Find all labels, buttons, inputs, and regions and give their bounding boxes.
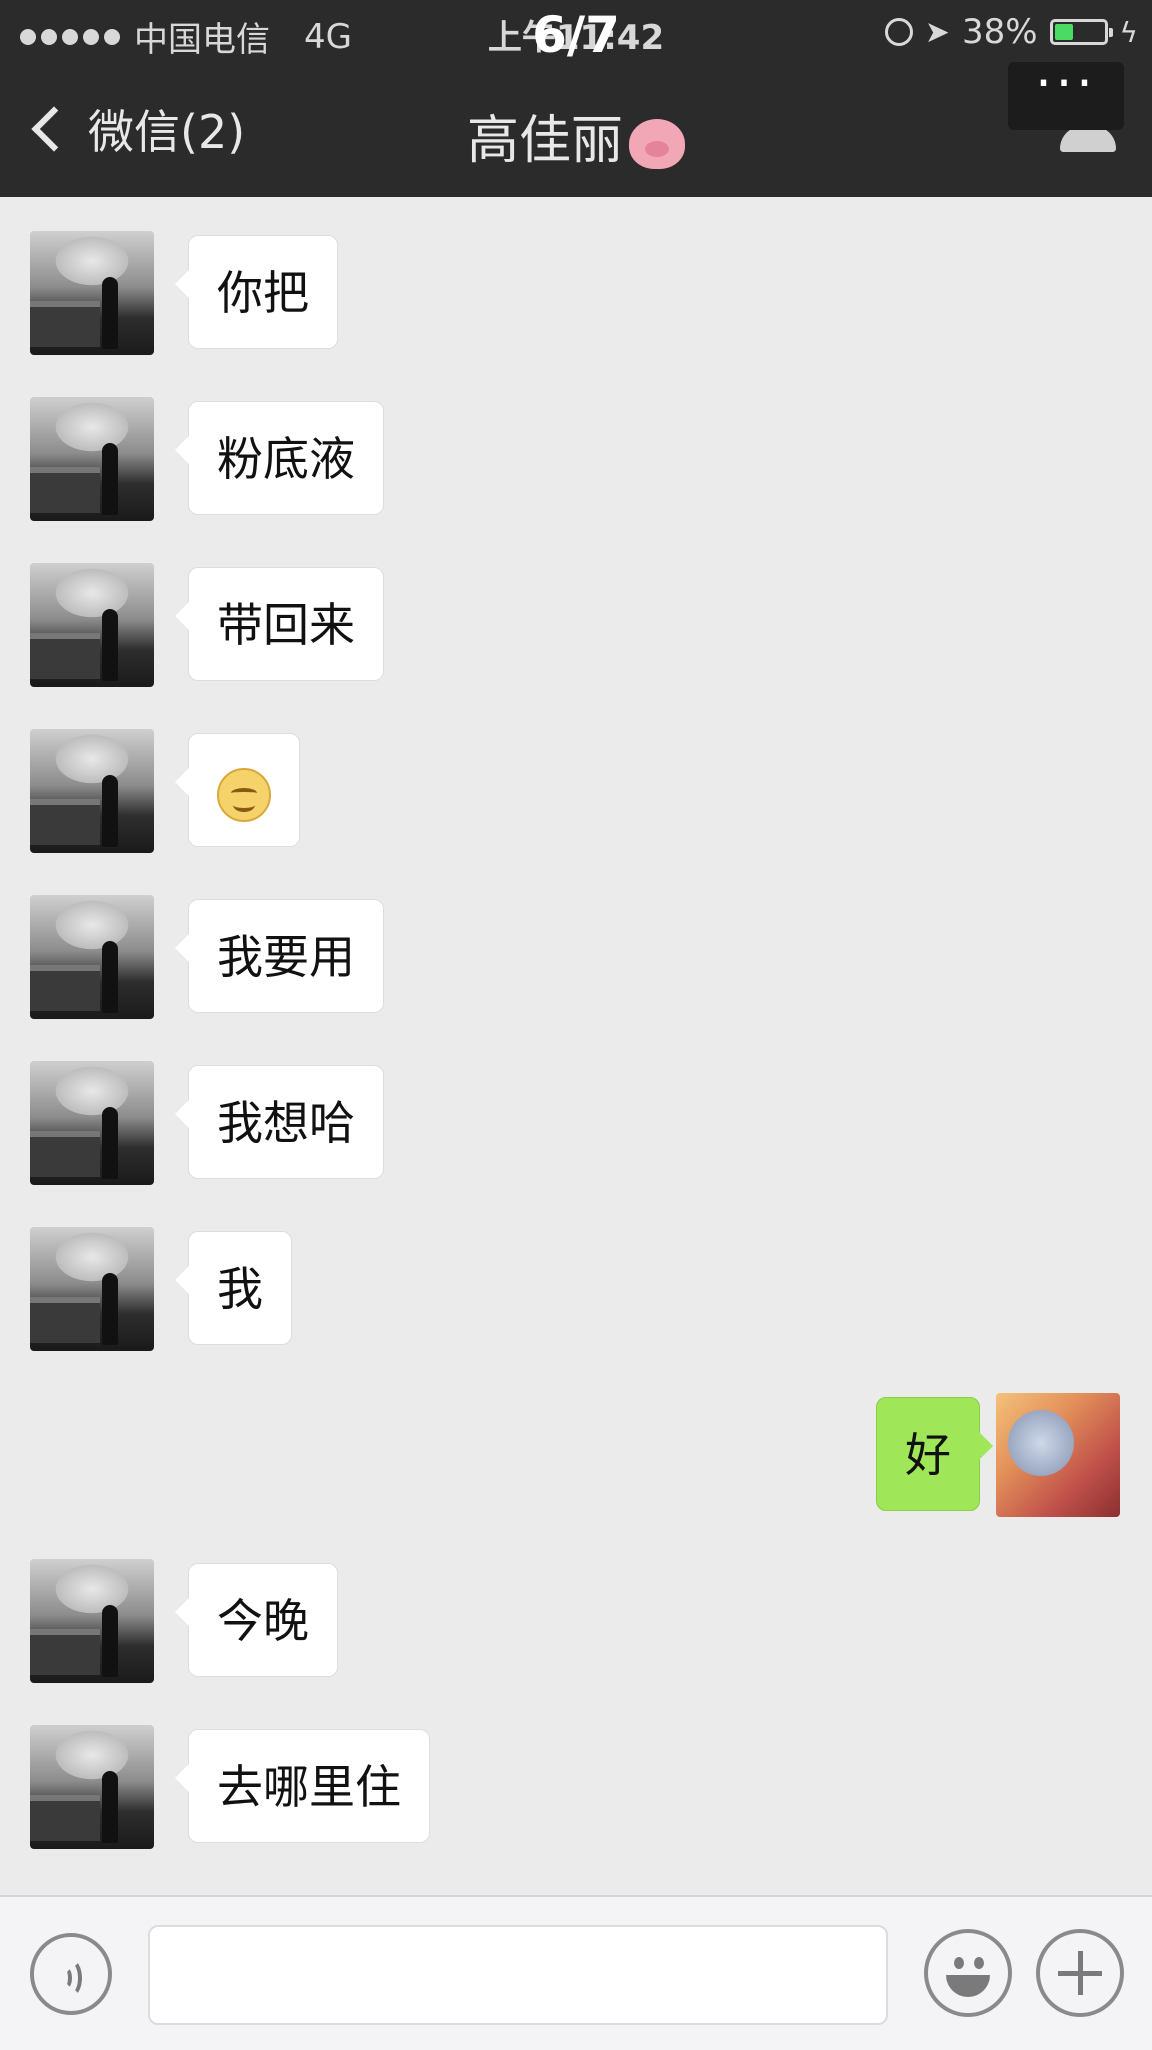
- more-button[interactable]: ···: [1008, 58, 1124, 130]
- message-bubble[interactable]: 你把: [175, 235, 338, 349]
- message-text: 我: [217, 1262, 263, 1316]
- message-bubble[interactable]: 带回来: [175, 567, 384, 681]
- outgoing-message: 好: [0, 1393, 1152, 1517]
- smiling-face-icon: [217, 767, 271, 822]
- message-bubble[interactable]: 粉底液: [175, 401, 384, 515]
- message-bubble[interactable]: 我要用: [175, 899, 384, 1013]
- message-text: 去哪里住: [217, 1760, 401, 1814]
- contact-avatar[interactable]: [30, 1061, 154, 1185]
- contact-avatar[interactable]: [30, 1559, 154, 1683]
- message-bubble[interactable]: 去哪里住: [175, 1729, 430, 1843]
- incoming-message: 我想哈: [0, 1061, 1152, 1185]
- contact-avatar[interactable]: [30, 397, 154, 521]
- more-actions-button[interactable]: [1036, 1929, 1124, 2017]
- message-bubble[interactable]: 我: [175, 1231, 292, 1345]
- incoming-message: 今晚: [0, 1559, 1152, 1683]
- contact-avatar[interactable]: [30, 563, 154, 687]
- contact-avatar[interactable]: [30, 1725, 154, 1849]
- message-text: 我要用: [217, 930, 355, 984]
- emoji-eye: [974, 1957, 984, 1969]
- pig-face-icon: [629, 119, 685, 169]
- page-counter: 6/7: [532, 6, 620, 64]
- message-bubble[interactable]: 我想哈: [175, 1065, 384, 1179]
- contact-avatar[interactable]: [30, 729, 154, 853]
- message-bubble[interactable]: 今晚: [175, 1563, 338, 1677]
- incoming-message: 去哪里住: [0, 1725, 1152, 1849]
- message-bubble[interactable]: 好: [876, 1397, 993, 1511]
- voice-button[interactable]: [30, 1933, 112, 2015]
- contact-avatar[interactable]: [30, 895, 154, 1019]
- contact-name: 高佳丽: [466, 111, 623, 171]
- plus-icon-stroke: [1078, 1951, 1083, 1995]
- emoji-icon: [954, 1957, 964, 1969]
- message-text: 带回来: [217, 598, 355, 652]
- incoming-message: 我要用: [0, 895, 1152, 1019]
- message-text: 今晚: [217, 1594, 309, 1648]
- message-text: 你把: [217, 266, 309, 320]
- message-input[interactable]: [148, 1925, 888, 2025]
- input-bar: [0, 1895, 1152, 2050]
- message-text: 好: [905, 1428, 951, 1482]
- chat-header: 微信(2) 高佳丽: [0, 62, 1152, 197]
- emoji-mouth: [946, 1975, 990, 1997]
- message-text: 粉底液: [217, 432, 355, 486]
- contact-avatar[interactable]: [30, 231, 154, 355]
- incoming-message: [0, 729, 1152, 853]
- my-avatar[interactable]: [996, 1393, 1120, 1517]
- incoming-message: 带回来: [0, 563, 1152, 687]
- contact-avatar[interactable]: [30, 1227, 154, 1351]
- incoming-message: 你把: [0, 231, 1152, 355]
- emoji-button[interactable]: [924, 1929, 1012, 2017]
- message-list[interactable]: 你把粉底液带回来我要用我想哈我好今晚去哪里住: [0, 197, 1152, 1895]
- message-text: 我想哈: [217, 1096, 355, 1150]
- chat-title: 高佳丽: [0, 98, 1152, 173]
- incoming-message: 粉底液: [0, 397, 1152, 521]
- incoming-message: 我: [0, 1227, 1152, 1351]
- voice-wave: [60, 1959, 82, 1997]
- message-bubble[interactable]: [175, 733, 300, 847]
